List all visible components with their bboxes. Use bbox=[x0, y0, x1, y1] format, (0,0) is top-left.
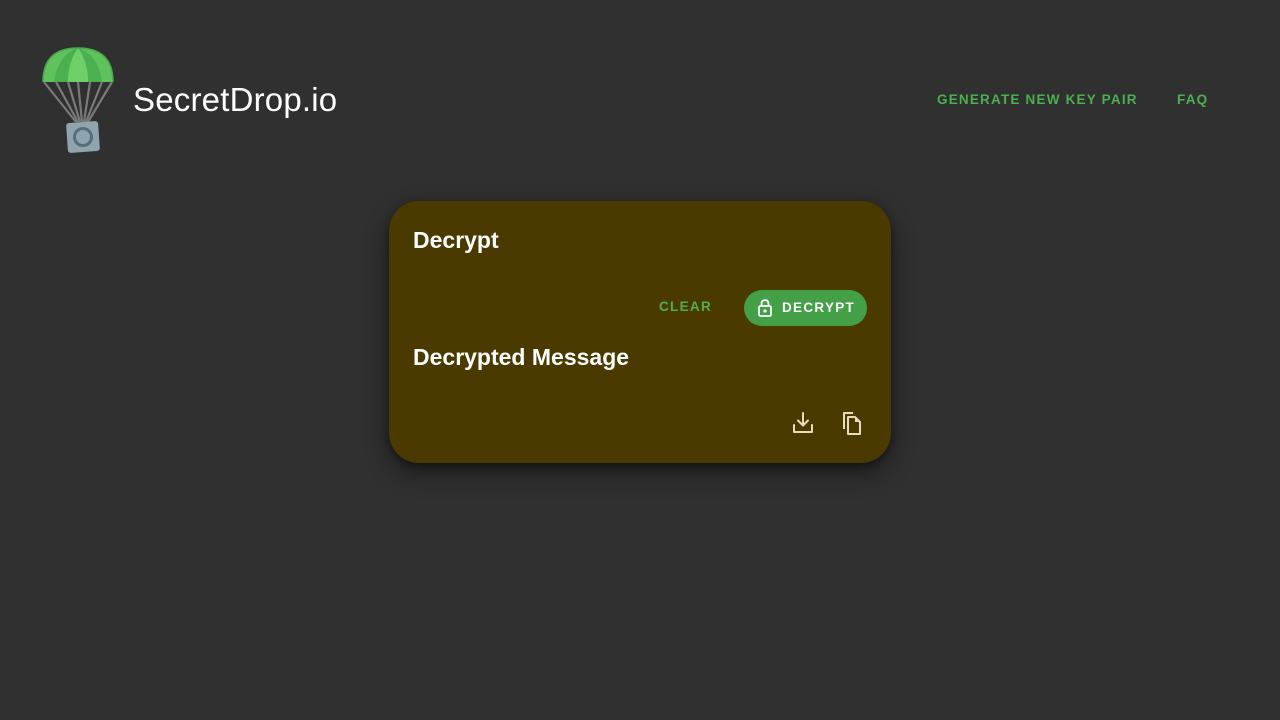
copy-icon[interactable] bbox=[839, 410, 863, 436]
decrypt-button-label: DECRYPT bbox=[782, 300, 856, 315]
faq-button[interactable]: FAQ bbox=[1177, 88, 1208, 112]
decrypt-title: Decrypt bbox=[413, 227, 499, 253]
generate-key-pair-button[interactable]: GENERATE NEW KEY PAIR bbox=[937, 88, 1138, 112]
brand-title[interactable]: SecretDrop.io bbox=[133, 80, 337, 120]
clear-button[interactable]: CLEAR bbox=[659, 295, 712, 319]
parachute-logo-icon[interactable] bbox=[40, 46, 116, 156]
decrypt-card: Decrypt CLEAR DECRYPT Decrypted Message bbox=[389, 201, 891, 463]
decrypt-button[interactable]: DECRYPT bbox=[744, 290, 867, 326]
lock-icon bbox=[758, 299, 772, 317]
download-icon[interactable] bbox=[791, 410, 815, 436]
decrypted-message-title: Decrypted Message bbox=[413, 344, 630, 370]
app-header: SecretDrop.io GENERATE NEW KEY PAIR FAQ bbox=[0, 0, 1280, 200]
